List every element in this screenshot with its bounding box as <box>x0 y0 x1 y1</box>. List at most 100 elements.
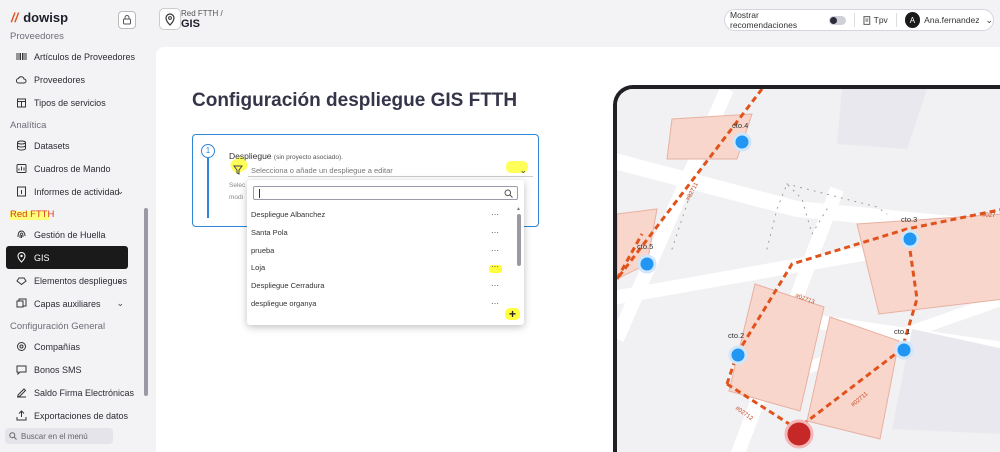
menu-search-placeholder: Buscar en el menú <box>21 431 88 441</box>
divider <box>853 13 855 27</box>
lock-icon[interactable] <box>118 11 136 29</box>
cto-marker[interactable] <box>637 254 657 274</box>
step-line <box>207 158 209 218</box>
tpv-icon <box>863 15 871 25</box>
list-item[interactable]: Santa Pola ⋯ <box>251 224 514 242</box>
recommendations-toggle[interactable] <box>828 15 846 25</box>
sidebar-item-label: Artículos de Proveedores <box>34 51 136 62</box>
scroll-up-icon[interactable]: ▲ <box>516 206 521 212</box>
sidebar-item-gestion-huella[interactable]: Gestión de Huella <box>0 223 146 246</box>
sidebar-item-elementos-despliegues[interactable]: Elementos despliegues ⌄ <box>0 269 146 292</box>
sidebar-item-datasets[interactable]: Datasets <box>0 134 146 157</box>
sidebar-item-label: Compañías <box>34 341 81 352</box>
list-item[interactable]: prueba ⋯ <box>251 242 514 260</box>
select-placeholder: Selecciona o añade un despliegue a edita… <box>251 166 393 175</box>
dashboard-icon <box>16 164 27 173</box>
sidebar-item-label: Elementos despliegues <box>34 275 128 286</box>
sidebar-item-label: Datasets <box>34 140 70 151</box>
avatar[interactable]: A <box>904 12 921 28</box>
tpv-button[interactable]: Tpv <box>874 15 888 25</box>
sidebar-item-exportaciones[interactable]: Exportaciones de datos <box>0 404 146 427</box>
sidebar-item-label: Exportaciones de datos <box>34 410 129 421</box>
sidebar-scrollbar[interactable] <box>144 208 148 396</box>
more-options-icon[interactable]: ⋯ <box>491 242 500 260</box>
more-options-icon[interactable]: ⋯ <box>491 206 500 224</box>
export-icon <box>16 410 27 421</box>
chevron-down-icon: ⌄ <box>116 275 124 285</box>
sidebar-item-companias[interactable]: Compañías <box>0 335 146 358</box>
report-icon <box>17 186 26 197</box>
text-caret <box>259 189 260 198</box>
breadcrumb[interactable]: Red FTTH / <box>181 9 223 18</box>
sidebar-item-label: Bonos SMS <box>34 364 82 375</box>
layers-icon <box>16 298 27 308</box>
sidebar-item-gis[interactable]: GIS <box>6 246 128 269</box>
list-item[interactable]: Loja ⋯ <box>251 259 514 277</box>
cto-marker[interactable] <box>900 229 920 249</box>
recommendations-label: Mostrar recomendaciones <box>730 10 798 30</box>
chevron-down-icon: ⌄ <box>116 298 124 308</box>
calendar-icon <box>17 98 26 108</box>
barcode-icon <box>16 53 27 60</box>
scroll-thumb[interactable] <box>517 214 521 266</box>
map-pin-icon <box>17 252 26 263</box>
elements-icon <box>16 277 27 286</box>
location-pin-icon[interactable] <box>159 8 181 30</box>
app-logo: //dowisp <box>11 10 69 25</box>
topbar: Red FTTH / GIS Mostrar recomendaciones T… <box>154 0 1000 40</box>
helper-text: modi <box>229 194 244 201</box>
dropdown-search-input[interactable] <box>253 186 518 200</box>
chevron-down-icon[interactable]: ⌄ <box>519 164 527 177</box>
divider <box>895 13 897 27</box>
more-options-icon[interactable]: ⋯ <box>489 263 502 274</box>
cto-label: cto.5 <box>637 242 653 251</box>
sidebar-item-label: Tipos de servicios <box>34 97 106 108</box>
gis-map: #02711 #02713 #02711 #02712 #027 cto.4 c… <box>617 89 1000 452</box>
list-item[interactable]: Despliegue Albanchez ⋯ <box>251 206 514 224</box>
deployment-dropdown: Despliegue Albanchez ⋯ Santa Pola ⋯ prueba… <box>247 180 524 325</box>
search-icon <box>9 432 17 440</box>
deployment-select[interactable]: Selecciona o añade un despliegue a edita… <box>248 164 533 177</box>
cto-marker[interactable] <box>728 345 748 365</box>
sidebar-item-capas-auxiliares[interactable]: Capas auxiliares ⌄ <box>0 292 146 315</box>
menu-search-input[interactable]: Buscar en el menú <box>5 428 113 444</box>
section-configuracion-general: Configuración General <box>10 321 106 332</box>
sidebar-item-tipos-servicios[interactable]: Tipos de servicios <box>0 91 146 114</box>
sidebar-item-proveedores[interactable]: Proveedores <box>0 68 146 91</box>
step-number: 1 <box>201 144 215 158</box>
sidebar-item-informes-actividad[interactable]: Informes de actividad ⌄ <box>0 180 146 203</box>
cto-label: cto.1 <box>894 327 910 336</box>
page-title: GIS <box>181 18 200 30</box>
cto-marker[interactable] <box>732 132 752 152</box>
sidebar-item-saldo-firma[interactable]: Saldo Firma Electrónicas <box>0 381 146 404</box>
dropdown-list: Despliegue Albanchez ⋯ Santa Pola ⋯ prueba… <box>251 206 514 313</box>
search-icon <box>504 189 513 198</box>
chevron-down-icon: ⌄ <box>116 186 124 196</box>
more-options-icon[interactable]: ⋯ <box>491 295 500 313</box>
sidebar-item-bonos-sms[interactable]: Bonos SMS <box>0 358 146 381</box>
sms-icon <box>16 365 27 375</box>
cto-label: cto.2 <box>728 331 744 340</box>
cto-label: cto.4 <box>732 121 748 130</box>
sidebar-item-label: Saldo Firma Electrónicas <box>34 387 135 398</box>
more-options-icon[interactable]: ⋯ <box>491 277 500 295</box>
cto-label: cto.3 <box>901 215 917 224</box>
section-analitica: Analítica <box>10 120 47 131</box>
chevron-down-icon[interactable]: ⌄ <box>985 15 993 26</box>
sidebar-item-articulos-proveedores[interactable]: Artículos de Proveedores <box>0 45 146 68</box>
origin-marker[interactable] <box>784 419 814 449</box>
list-item[interactable]: despliegue organya ⋯ <box>251 295 514 313</box>
sidebar-item-label: GIS <box>34 252 50 263</box>
sidebar-item-label: Capas auxiliares <box>34 298 101 309</box>
sidebar-item-cuadros-mando[interactable]: Cuadros de Mando <box>0 157 146 180</box>
sidebar-item-label: Gestión de Huella <box>34 229 106 240</box>
cto-marker[interactable] <box>894 340 914 360</box>
user-name[interactable]: Ana.fernandez <box>924 15 979 25</box>
dropdown-scrollbar[interactable]: ▲ ▼ <box>516 206 521 318</box>
more-options-icon[interactable]: ⋯ <box>491 224 500 242</box>
page-heading: Configuración despliegue GIS FTTH <box>192 90 518 111</box>
add-deployment-button[interactable]: + <box>505 308 520 320</box>
list-item[interactable]: Despliegue Cerradura ⋯ <box>251 277 514 295</box>
filter-icon[interactable] <box>233 165 243 175</box>
section-proveedores: Proveedores <box>10 31 64 42</box>
